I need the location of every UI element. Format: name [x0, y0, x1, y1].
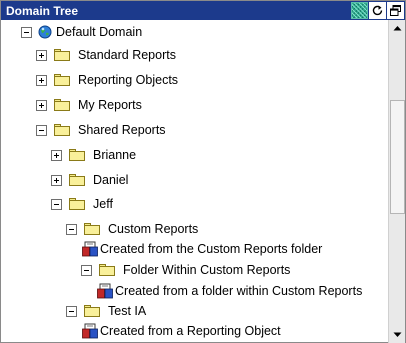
folder-icon	[53, 98, 71, 112]
collapse-icon[interactable]	[36, 124, 47, 136]
tree-node-label: Daniel	[93, 173, 129, 187]
expand-icon[interactable]	[51, 149, 62, 161]
collapse-icon[interactable]	[21, 26, 32, 38]
tree-node-jeff[interactable]: Jeff	[51, 195, 113, 213]
tree-node-reporting-objects[interactable]: Reporting Objects	[36, 71, 178, 89]
tree-node-custom-reports[interactable]: Custom Reports	[66, 220, 198, 238]
tree-node-label: Created from a folder within Custom Repo…	[115, 284, 363, 298]
tree-node-my-reports[interactable]: My Reports	[36, 96, 142, 114]
restore-window-button[interactable]	[387, 2, 404, 19]
collapse-icon[interactable]	[81, 264, 92, 276]
tree-node-test-ia[interactable]: Test IA	[66, 302, 146, 320]
folder-icon	[53, 48, 71, 62]
arrow-up-icon	[393, 26, 402, 31]
tree-node-label: Standard Reports	[78, 48, 176, 62]
tree-node-label: Default Domain	[56, 25, 143, 39]
folder-icon	[68, 173, 86, 187]
title-bar: Domain Tree	[1, 1, 405, 20]
expand-icon[interactable]	[36, 49, 47, 61]
scroll-down-button[interactable]	[389, 327, 406, 343]
expand-icon[interactable]	[36, 99, 47, 111]
report-icon	[82, 241, 98, 257]
tree-node-daniel[interactable]: Daniel	[51, 171, 128, 189]
window-title: Domain Tree	[6, 3, 79, 18]
vertical-scrollbar[interactable]	[388, 20, 405, 343]
expand-icon[interactable]	[51, 174, 62, 186]
tree-node-report-within[interactable]: Created from a folder within Custom Repo…	[97, 282, 362, 300]
tree-node-label: Brianne	[93, 148, 137, 162]
expand-icon[interactable]	[36, 74, 47, 86]
tree-node-label: My Reports	[78, 98, 142, 112]
tree-node-shared-reports[interactable]: Shared Reports	[36, 121, 166, 139]
report-icon	[82, 323, 98, 339]
title-bar-buttons	[351, 2, 404, 19]
tree-node-report-custom[interactable]: Created from the Custom Reports folder	[82, 240, 322, 258]
folder-icon	[53, 73, 71, 87]
tree-node-folder-within[interactable]: Folder Within Custom Reports	[81, 261, 290, 279]
folder-icon	[83, 222, 101, 236]
tree-node-label: Shared Reports	[78, 123, 166, 137]
scrollbar-thumb[interactable]	[390, 100, 405, 214]
tree-node-brianne[interactable]: Brianne	[51, 146, 136, 164]
globe-icon	[38, 25, 52, 39]
folder-icon	[83, 304, 101, 318]
arrow-down-icon	[393, 332, 402, 337]
scroll-up-button[interactable]	[389, 20, 406, 36]
refresh-button[interactable]	[369, 2, 386, 19]
tree-node-label: Reporting Objects	[78, 73, 179, 87]
collapse-icon[interactable]	[51, 198, 62, 210]
folder-icon	[98, 263, 116, 277]
domain-tree: Default Domain Standard Reports Reportin…	[1, 20, 388, 343]
tree-node-label: Test IA	[108, 304, 147, 318]
restore-window-icon	[390, 5, 401, 16]
tree-node-label: Custom Reports	[108, 222, 199, 236]
tree-node-standard-reports[interactable]: Standard Reports	[36, 46, 176, 64]
domain-tree-window: Domain Tree Default Domain Standard Repo…	[0, 0, 406, 343]
folder-icon	[68, 148, 86, 162]
tree-node-label: Created from the Custom Reports folder	[100, 242, 323, 256]
folder-icon	[68, 197, 86, 211]
folder-icon	[53, 123, 71, 137]
refresh-icon	[372, 5, 383, 16]
tree-node-label: Folder Within Custom Reports	[123, 263, 291, 277]
tree-node-label: Created from a Reporting Object	[100, 324, 281, 338]
report-icon	[97, 283, 113, 299]
tree-node-report-object[interactable]: Created from a Reporting Object	[82, 322, 281, 340]
tree-node-default-domain[interactable]: Default Domain	[21, 23, 142, 41]
collapse-icon[interactable]	[66, 223, 77, 235]
dither-pattern-icon[interactable]	[351, 2, 368, 19]
collapse-icon[interactable]	[66, 305, 77, 317]
tree-node-label: Jeff	[93, 197, 113, 211]
